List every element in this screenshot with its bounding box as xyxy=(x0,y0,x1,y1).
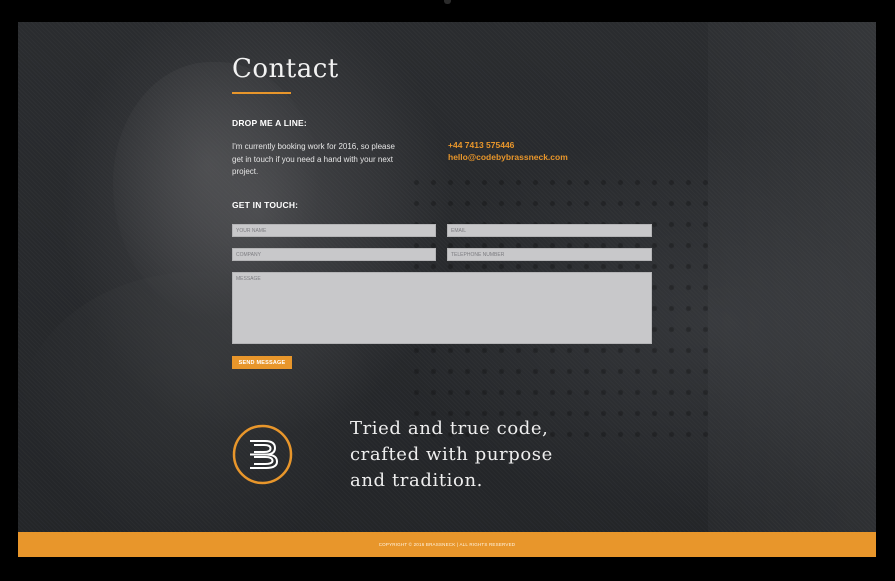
intro-text: I'm currently booking work for 2016, so … xyxy=(232,142,395,176)
phone-field[interactable] xyxy=(447,248,652,261)
copyright-text: COPYRIGHT © 2016 BRASSNECK | ALL RIGHTS … xyxy=(378,542,516,547)
footer: COPYRIGHT © 2016 BRASSNECK | ALL RIGHTS … xyxy=(18,532,876,557)
company-field[interactable] xyxy=(232,248,436,261)
tagline-line-1: Tried and true code, xyxy=(350,418,549,439)
page-title: Contact xyxy=(232,54,339,84)
get-in-touch-label: GET IN TOUCH: xyxy=(232,200,299,210)
tagline-line-3: and tradition. xyxy=(350,470,483,491)
background-panel xyxy=(708,22,876,557)
message-field[interactable] xyxy=(232,272,652,344)
tagline: Tried and true code, crafted with purpos… xyxy=(350,416,610,494)
title-underline xyxy=(232,92,291,94)
drop-line-label: DROP ME A LINE: xyxy=(232,118,307,128)
email-link[interactable]: hello@codebybrassneck.com xyxy=(448,152,568,162)
tagline-line-2: crafted with purpose xyxy=(350,444,553,465)
send-message-button[interactable]: SEND MESSAGE xyxy=(232,356,292,369)
phone-link[interactable]: +44 7413 575446 xyxy=(448,140,514,150)
screen: Contact DROP ME A LINE: I'm currently bo… xyxy=(0,0,895,581)
email-field[interactable] xyxy=(447,224,652,237)
window-notch xyxy=(444,0,451,4)
brassneck-b-logo-icon xyxy=(232,424,293,485)
contact-page: Contact DROP ME A LINE: I'm currently bo… xyxy=(18,22,876,557)
name-field[interactable] xyxy=(232,224,436,237)
